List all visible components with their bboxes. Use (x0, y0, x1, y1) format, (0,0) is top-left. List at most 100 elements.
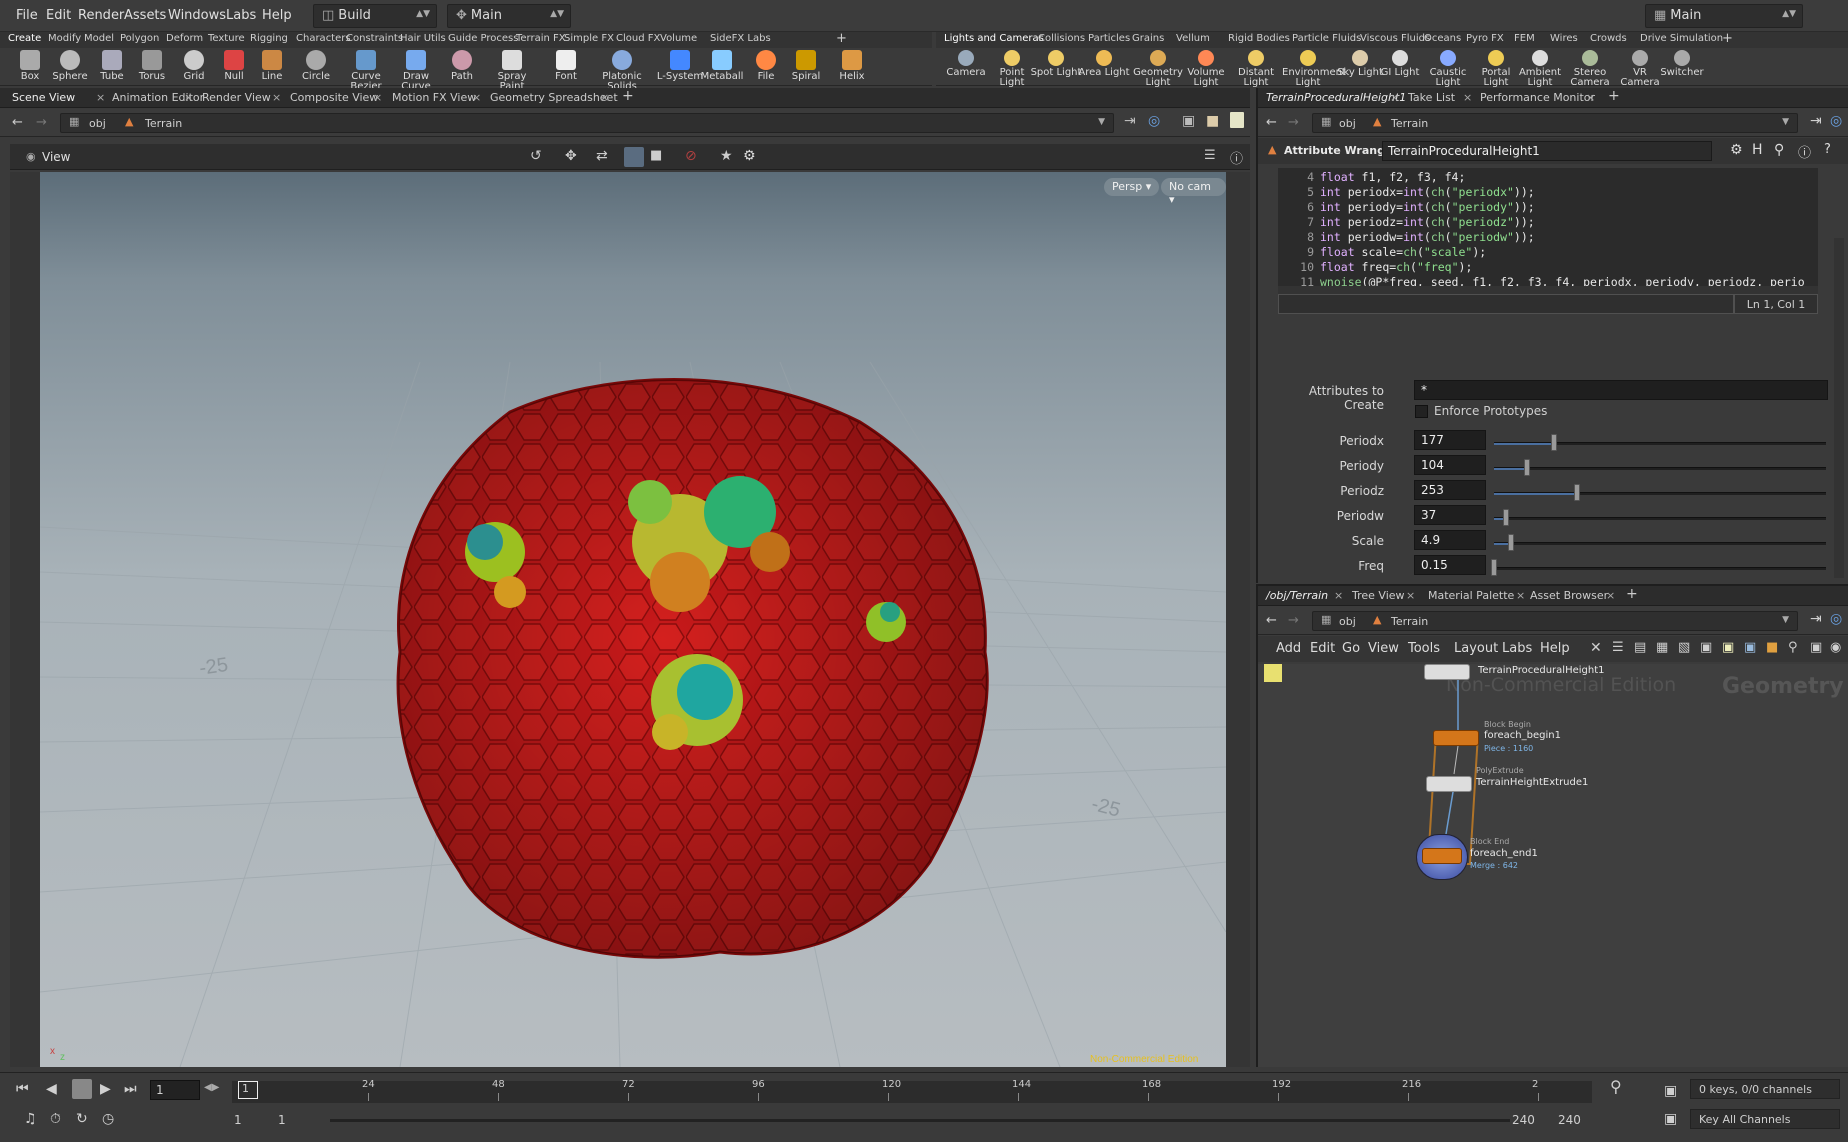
shelf-tab[interactable]: Terrain FX (516, 33, 566, 44)
shelf-tool[interactable]: Switcher (1656, 50, 1708, 78)
forward-arrow-icon[interactable]: → (36, 115, 47, 130)
param-path-root[interactable]: obj (1339, 117, 1356, 130)
shelf-tab[interactable]: Particle Fluids (1292, 33, 1361, 44)
clock-icon[interactable]: ◷ (102, 1111, 114, 1127)
image-icon[interactable]: ▣ (1700, 640, 1712, 655)
param-scrollbar[interactable] (1834, 238, 1844, 578)
shelf-tab[interactable]: Pyro FX (1466, 33, 1504, 44)
shelf-tool[interactable]: Ambient Light (1514, 50, 1566, 88)
info-icon[interactable]: ⓘ (1798, 142, 1811, 161)
link-icon[interactable]: ◎ (1830, 113, 1842, 129)
tab-take-list[interactable]: Take List (1408, 91, 1455, 104)
shelf-tab[interactable]: Hair Utils (400, 33, 446, 44)
node-foreach-end[interactable] (1422, 848, 1462, 864)
step-back-icon[interactable]: ◀ (46, 1081, 57, 1097)
shelf-tool[interactable]: Curve Bezier (340, 50, 392, 92)
shelf-tab[interactable]: Create (8, 33, 41, 44)
shelf-tab[interactable]: Polygon (120, 33, 159, 44)
stop-button[interactable] (72, 1079, 92, 1099)
frame-icon[interactable]: ■ (650, 148, 662, 163)
camera-tumble-icon[interactable]: ↺ (530, 148, 542, 164)
help-icon[interactable]: ⓘ (1230, 148, 1243, 167)
display-icon[interactable]: ■ (1206, 113, 1219, 129)
menu-labs[interactable]: Labs (226, 8, 256, 23)
current-frame-marker[interactable]: 1 (238, 1081, 258, 1099)
chevron-down-icon[interactable]: ▼ (1782, 117, 1789, 127)
menu-labs[interactable]: Labs (1502, 641, 1532, 656)
menu-add[interactable]: Add (1276, 641, 1301, 656)
network-path-field[interactable]: ▦ obj ▲ Terrain ▼ (1312, 611, 1798, 631)
tab-close-icon[interactable]: × (1606, 589, 1615, 602)
persp-menu[interactable]: Persp ▾ (1104, 178, 1160, 196)
shelf-tab[interactable]: Constraints (346, 33, 403, 44)
menu-help[interactable]: Help (262, 8, 292, 23)
parm-field-freq[interactable]: 0.15 (1414, 555, 1486, 575)
slider-knob[interactable] (1491, 559, 1497, 576)
tab-close-icon[interactable]: × (1406, 589, 1415, 602)
pin-icon[interactable]: ⇥ (1810, 113, 1822, 129)
menu-windows[interactable]: Windows (168, 8, 226, 23)
keyframe-icon[interactable]: ▣ (1664, 1111, 1677, 1127)
note-icon[interactable]: ▣ (1722, 640, 1734, 655)
tab-close-icon[interactable]: × (373, 91, 382, 104)
pin-icon[interactable]: ⇥ (1124, 113, 1136, 129)
tab-close-icon[interactable]: × (1586, 91, 1595, 104)
tab-obj-terrain[interactable]: /obj/Terrain (1266, 589, 1328, 602)
search-icon[interactable]: ⚲ (1774, 142, 1784, 158)
path-node[interactable]: Terrain (145, 117, 182, 130)
tab-motion-fx-view[interactable]: Motion FX View (392, 91, 476, 104)
shelf-tool[interactable]: Camera (940, 50, 992, 78)
shelf-tool[interactable]: Caustic Light (1422, 50, 1474, 88)
end-frame-field-2[interactable]: 240 (1556, 1111, 1596, 1129)
pin-icon[interactable]: ⇥ (1810, 611, 1822, 627)
shelf-tab[interactable]: Deform (166, 33, 203, 44)
play-icon[interactable]: ▶ (100, 1081, 111, 1097)
shelf-tab[interactable]: Characters (296, 33, 351, 44)
key-all-channels[interactable]: Key All Channels (1690, 1109, 1840, 1129)
menu-go[interactable]: Go (1342, 641, 1360, 656)
add-shelf-tab-icon[interactable]: + (836, 31, 847, 46)
tab-terrain-procedural-height[interactable]: TerrainProceduralHeight1 (1266, 91, 1406, 104)
add-tab-icon[interactable]: + (1608, 88, 1620, 104)
tab-material-palette[interactable]: Material Palette (1428, 589, 1514, 602)
parm-slider-periody[interactable] (1494, 459, 1826, 476)
menu-edit[interactable]: Edit (46, 8, 71, 23)
help-icon[interactable]: ? (1824, 142, 1831, 157)
shelf-tool[interactable]: Stereo Camera (1564, 50, 1616, 88)
shelf-tool[interactable]: Font (540, 50, 592, 82)
menu-view[interactable]: View (1368, 641, 1399, 656)
start-frame-field-2[interactable]: 1 (276, 1111, 316, 1129)
houdini-icon[interactable]: H (1752, 142, 1763, 158)
snapshot-icon[interactable]: ★ (720, 148, 733, 164)
tab-geometry-spreadsheet[interactable]: Geometry Spreadsheet (490, 91, 618, 104)
shelf-tab[interactable]: Rigid Bodies (1228, 33, 1290, 44)
parm-slider-periodz[interactable] (1494, 484, 1826, 501)
timeline-scrubber[interactable]: 1 24 48 72 96 120 144 168 192 216 2 (232, 1079, 1592, 1103)
slider-knob[interactable] (1507, 534, 1514, 551)
shelf-tab[interactable]: Vellum (1176, 33, 1210, 44)
shelf-tab[interactable]: Particles (1088, 33, 1130, 44)
download-icon[interactable]: ▣ (1744, 640, 1756, 655)
gear-icon[interactable]: ⚙ (743, 148, 756, 164)
shelf-tab[interactable]: Collisions (1038, 33, 1085, 44)
parm-slider-periodw[interactable] (1494, 509, 1826, 526)
menu-layout[interactable]: Layout (1454, 641, 1498, 656)
menu-assets[interactable]: Assets (124, 8, 166, 23)
palette-icon[interactable]: ■ (1766, 640, 1778, 655)
shelf-tab[interactable]: Texture (208, 33, 245, 44)
shelf-tool[interactable]: Circle (290, 50, 342, 82)
start-frame-field[interactable]: 1 (232, 1111, 272, 1129)
tab-close-icon[interactable]: × (184, 91, 193, 104)
slider-knob[interactable] (1574, 484, 1580, 501)
right-desktop-select[interactable]: ▦ Main ▲▼ (1645, 4, 1803, 28)
parm-slider-periodx[interactable] (1494, 434, 1826, 451)
menu-file[interactable]: File (16, 8, 38, 23)
shelf-tool[interactable]: Path (436, 50, 488, 82)
menu-edit[interactable]: Edit (1310, 641, 1335, 656)
parm-field-periodx[interactable]: 177 (1414, 430, 1486, 450)
parm-field-periodw[interactable]: 37 (1414, 505, 1486, 525)
viewport[interactable]: -25 -25 Non-Commercial Edition x z Persp… (40, 172, 1226, 1067)
path-root[interactable]: obj (89, 117, 106, 130)
shelf-tool[interactable]: Environment Light (1282, 50, 1346, 88)
shelf-tab[interactable]: Wires (1550, 33, 1578, 44)
